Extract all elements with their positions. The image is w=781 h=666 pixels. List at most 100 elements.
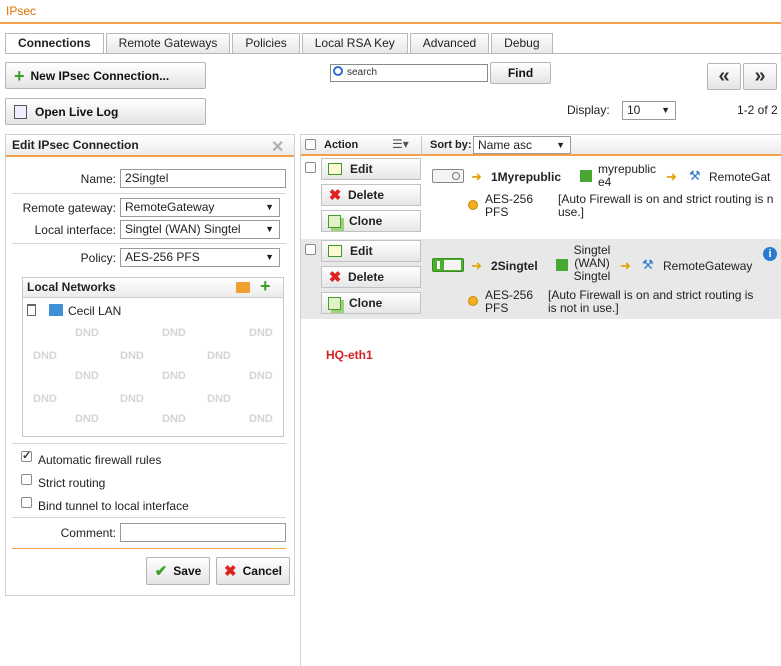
local-networks-title: Local Networks xyxy=(27,280,116,294)
connection-arrow-icon: ➜ xyxy=(471,258,482,273)
new-ipsec-connection-button[interactable]: + New IPsec Connection... xyxy=(5,62,206,89)
toggle-knob xyxy=(437,261,440,269)
strict-routing-label: Strict routing xyxy=(38,476,106,490)
interface-name: Singtel (WAN) Singtel xyxy=(572,244,612,283)
chevron-down-icon: ▼ xyxy=(265,202,274,212)
clone-button[interactable]: Clone xyxy=(321,292,421,314)
plus-icon: + xyxy=(14,65,25,86)
column-menu-icon[interactable]: ☰▾ xyxy=(392,137,409,151)
tab-connections[interactable]: Connections xyxy=(5,33,104,54)
local-interface-label: Local interface: xyxy=(34,223,116,237)
gateway-icon: ⚒ xyxy=(689,168,701,183)
dnd-placeholder: DND xyxy=(75,327,99,339)
clone-label: Clone xyxy=(349,214,383,228)
connection-arrow-icon: ➜ xyxy=(471,169,482,184)
toggle-knob xyxy=(452,172,460,180)
policy-label: Policy: xyxy=(80,251,116,265)
sort-by-value: Name asc xyxy=(478,138,533,152)
gateway-arrow-icon: ➜ xyxy=(620,258,631,273)
status-toggle[interactable] xyxy=(432,169,464,183)
policy-name: AES-256 PFS xyxy=(485,193,533,219)
connection-note: [Auto Firewall is on and strict routing … xyxy=(548,289,753,315)
divider xyxy=(12,443,286,444)
gateway-name: RemoteGat xyxy=(709,170,771,184)
previous-page-button[interactable]: « xyxy=(707,63,741,90)
local-network-item[interactable]: Cecil LAN xyxy=(68,304,121,318)
dnd-placeholder: DND xyxy=(207,393,231,405)
dnd-placeholder: DND xyxy=(249,413,273,425)
search-icon xyxy=(333,66,343,76)
edit-button[interactable]: Edit xyxy=(321,158,421,180)
bind-tunnel-checkbox[interactable] xyxy=(21,497,32,508)
delete-button[interactable]: ✖ Delete xyxy=(321,184,421,206)
tab-local-rsa-key[interactable]: Local RSA Key xyxy=(301,33,408,53)
remote-gateway-select[interactable]: RemoteGateway ▼ xyxy=(120,198,280,217)
cancel-button[interactable]: ✖ Cancel xyxy=(216,557,290,585)
policy-icon xyxy=(468,296,478,306)
gateway-arrow-icon: ➜ xyxy=(666,169,677,184)
status-toggle[interactable] xyxy=(432,258,464,272)
tab-bar: Connections Remote Gateways Policies Loc… xyxy=(5,33,555,54)
select-all-checkbox[interactable] xyxy=(305,139,316,150)
edit-panel-title: Edit IPsec Connection xyxy=(6,135,294,157)
save-label: Save xyxy=(173,564,202,578)
tab-debug[interactable]: Debug xyxy=(491,33,553,53)
dnd-placeholder: DND xyxy=(162,370,186,382)
display-label: Display: xyxy=(567,103,610,117)
edit-label: Edit xyxy=(350,162,373,176)
edit-icon xyxy=(328,245,342,257)
dnd-placeholder: DND xyxy=(162,327,186,339)
edit-button[interactable]: Edit xyxy=(321,240,421,262)
sort-by-select[interactable]: Name asc ▼ xyxy=(473,136,571,154)
save-button[interactable]: ✔ Save xyxy=(146,557,210,585)
dnd-placeholder: DND xyxy=(75,370,99,382)
name-input[interactable]: 2Singtel xyxy=(120,169,286,188)
strict-routing-checkbox[interactable] xyxy=(21,474,32,485)
toggle-track xyxy=(444,260,461,270)
automatic-firewall-checkbox[interactable]: ✓ xyxy=(21,450,32,462)
next-page-button[interactable]: » xyxy=(743,63,777,90)
pagination-range: 1-2 of 2 xyxy=(737,103,778,117)
dnd-placeholder: DND xyxy=(75,413,99,425)
dnd-placeholder: DND xyxy=(33,393,57,405)
tab-remote-gateways[interactable]: Remote Gateways xyxy=(105,33,231,53)
close-icon[interactable]: ✕ xyxy=(271,137,284,157)
row-checkbox[interactable] xyxy=(305,244,316,255)
delete-button[interactable]: ✖ Delete xyxy=(321,266,421,288)
gateway-icon: ⚒ xyxy=(642,257,654,272)
double-chevron-right-icon: » xyxy=(754,65,766,87)
comment-input[interactable] xyxy=(120,523,286,542)
check-icon: ✓ xyxy=(22,450,32,462)
find-label: Find xyxy=(507,66,534,80)
remote-gateway-label: Remote gateway: xyxy=(22,201,116,215)
find-button[interactable]: Find xyxy=(490,62,551,84)
interface-line: Singtel xyxy=(573,269,611,283)
display-value: 10 xyxy=(627,103,641,117)
local-interface-select[interactable]: Singtel (WAN) Singtel ▼ xyxy=(120,220,280,239)
divider xyxy=(12,548,286,549)
dnd-placeholder: DND xyxy=(249,327,273,339)
clone-button[interactable]: Clone xyxy=(321,210,421,232)
open-live-log-button[interactable]: Open Live Log xyxy=(5,98,206,125)
open-live-log-label: Open Live Log xyxy=(35,104,119,119)
interface-line: e4 xyxy=(598,175,612,189)
tab-advanced[interactable]: Advanced xyxy=(409,33,490,53)
clone-label: Clone xyxy=(349,296,383,310)
policy-select[interactable]: AES-256 PFS ▼ xyxy=(120,248,280,267)
gateway-name: RemoteGateway xyxy=(663,259,753,273)
row-checkbox[interactable] xyxy=(305,162,316,173)
folder-icon[interactable] xyxy=(236,282,250,293)
divider xyxy=(12,243,286,244)
tab-policies[interactable]: Policies xyxy=(232,33,300,53)
page-title: IPsec xyxy=(6,4,37,18)
clone-icon xyxy=(328,214,341,228)
network-icon xyxy=(49,304,63,316)
info-icon[interactable]: i xyxy=(763,247,777,261)
note-line: [Auto Firewall is on and strict routing … xyxy=(558,192,774,206)
automatic-firewall-label: Automatic firewall rules xyxy=(38,453,162,467)
trash-icon[interactable] xyxy=(27,304,36,316)
add-icon[interactable]: + xyxy=(260,276,271,297)
display-select[interactable]: 10 ▼ xyxy=(622,101,676,120)
divider xyxy=(12,517,286,518)
search-input[interactable]: search xyxy=(330,64,488,82)
